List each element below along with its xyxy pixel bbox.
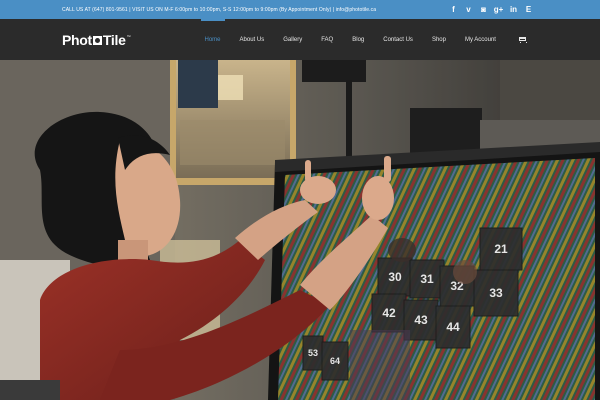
facebook-icon[interactable]: f — [446, 5, 461, 14]
vimeo-icon[interactable]: v — [461, 5, 476, 14]
tile-number: 53 — [308, 348, 318, 358]
cart-icon — [518, 36, 527, 43]
cart-link[interactable] — [515, 19, 527, 60]
top-info-bar: CALL US AT (647) 801-9561 | VISIT US ON … — [0, 0, 600, 19]
main-menu: Home About Us Gallery FAQ Blog Contact U… — [195, 19, 536, 60]
tile-number: 31 — [420, 272, 434, 286]
linkedin-icon[interactable]: in — [506, 5, 521, 14]
logo-text: Phot Tile — [62, 32, 126, 48]
tile-number: 33 — [489, 286, 503, 300]
hero-image: 21 30 31 32 33 42 43 44 53 64 — [0, 60, 600, 400]
tile-number: 44 — [446, 320, 460, 334]
site-logo[interactable]: Phot Tile ™ — [62, 32, 131, 48]
nav-shop[interactable]: Shop — [432, 19, 446, 60]
nav-home[interactable]: Home — [200, 19, 225, 60]
tile-number: 30 — [388, 270, 402, 284]
contact-info: CALL US AT (647) 801-9561 | VISIT US ON … — [62, 6, 377, 13]
tile-number: 21 — [494, 242, 508, 256]
nav-faq[interactable]: FAQ — [321, 19, 333, 60]
google-plus-icon[interactable]: g+ — [491, 5, 506, 14]
tile-number: 43 — [414, 313, 428, 327]
main-navbar: Phot Tile ™ Home About Us Gallery FAQ Blo… — [0, 19, 600, 60]
social-links: f v ◙ g+ in E — [446, 0, 536, 19]
logo-tm: ™ — [126, 34, 131, 39]
instagram-icon[interactable]: ◙ — [476, 5, 491, 14]
nav-blog[interactable]: Blog — [352, 19, 364, 60]
tile-number: 42 — [382, 306, 396, 320]
email-icon[interactable]: E — [521, 5, 536, 14]
nav-contact-us[interactable]: Contact Us — [383, 19, 413, 60]
nav-my-account[interactable]: My Account — [465, 19, 496, 60]
nav-gallery[interactable]: Gallery — [283, 19, 302, 60]
tile-number: 64 — [330, 356, 340, 366]
nav-about-us[interactable]: About Us — [240, 19, 265, 60]
